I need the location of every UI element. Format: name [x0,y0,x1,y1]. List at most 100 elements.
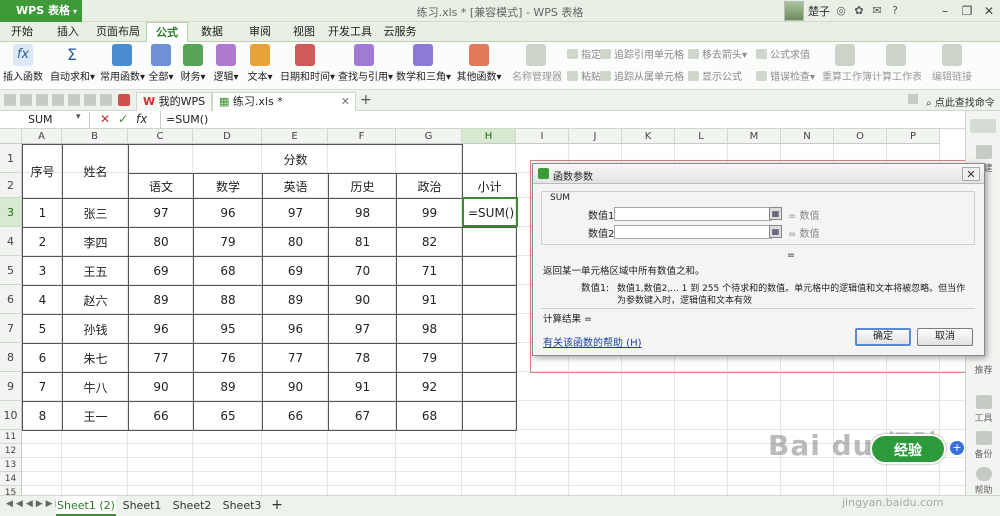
table-cell[interactable]: 67 [328,401,397,431]
cancel-button[interactable]: 取消 [917,328,973,346]
table-cell[interactable]: 孙钱 [62,314,129,344]
table-cell[interactable]: 65 [193,401,263,431]
table-cell[interactable]: 朱七 [62,343,129,373]
table-cell[interactable]: 89 [262,285,329,315]
subtotal-cell[interactable] [462,343,517,373]
undo-icon[interactable] [84,94,96,106]
table-cell[interactable]: 2 [22,227,63,257]
fx-button[interactable]: fx [136,112,147,126]
confirm-icon[interactable]: ✓ [118,112,128,126]
table-cell[interactable]: 张三 [62,198,129,228]
user-name[interactable]: 楚子 [808,3,830,19]
table-cell[interactable]: 1 [22,198,63,228]
name-box-dropdown-icon[interactable]: ▾ [76,112,81,122]
restore-icon[interactable]: ❐ [956,0,978,22]
table-cell[interactable]: 92 [396,372,463,402]
header-math[interactable]: 数学 [193,173,263,199]
table-cell[interactable]: 99 [396,198,463,228]
find-command[interactable]: ⌕ 点此查找命令 [926,94,995,109]
new-tab-icon[interactable]: + [360,92,372,108]
table-cell[interactable]: 80 [262,227,329,257]
row-header-7[interactable]: 7 [0,314,22,343]
cancel-icon[interactable]: ✕ [100,112,110,126]
table-cell[interactable]: 82 [396,227,463,257]
table-cell[interactable]: 王一 [62,401,129,431]
column-header-B[interactable]: B [62,129,128,144]
subtotal-cell[interactable] [462,372,517,402]
table-cell[interactable]: 80 [128,227,194,257]
table-cell[interactable]: 81 [328,227,397,257]
tab-insert[interactable]: 插入 [48,22,88,42]
table-cell[interactable]: 68 [193,256,263,286]
common-functions-button[interactable]: 常用函数▾ [100,44,145,83]
table-cell[interactable]: 6 [22,343,63,373]
account-icon[interactable]: ◎ [834,4,848,18]
table-cell[interactable]: 4 [22,285,63,315]
column-header-M[interactable]: M [728,129,781,144]
other-functions-button[interactable]: 其他函数▾ [454,44,504,83]
table-cell[interactable]: 90 [328,285,397,315]
table-cell[interactable]: 70 [328,256,397,286]
table-cell[interactable]: 77 [128,343,194,373]
table-cell[interactable]: 8 [22,401,63,431]
layout-icon[interactable] [908,94,918,104]
column-header-H[interactable]: H [462,129,516,144]
column-header-F[interactable]: F [328,129,396,144]
header-history[interactable]: 历史 [328,173,397,199]
ok-button[interactable]: 确定 [855,328,911,346]
sheet-tab-3[interactable]: Sheet3 [220,496,264,516]
calc-sheet-button[interactable]: 计算工作表 [872,44,922,83]
column-header-D[interactable]: D [193,129,262,144]
sheet-tab-1[interactable]: Sheet1 [120,496,164,516]
row-header-13[interactable]: 13 [0,458,22,472]
dialog-close-icon[interactable]: ✕ [962,167,980,181]
column-header-I[interactable]: I [516,129,569,144]
paste-name-button[interactable]: 粘贴 [567,68,601,83]
evaluate-formula-button[interactable]: 公式求值 [756,46,810,61]
table-cell[interactable]: 79 [396,343,463,373]
header-subtotal[interactable]: 小计 [462,173,517,199]
feedback-icon[interactable]: ✉ [870,4,884,18]
arg1-collapse-icon[interactable]: ▦ [769,207,782,220]
subtotal-cell[interactable] [462,285,517,315]
table-cell[interactable]: 89 [193,372,263,402]
name-manager-button[interactable]: 名称管理器 [512,44,562,83]
doc-tab-file[interactable]: ▦ 练习.xls * ✕ [212,92,356,111]
avatar[interactable] [784,1,804,21]
row-header-10[interactable]: 10 [0,401,22,430]
error-checking-button[interactable]: 错误检查▾ [756,68,815,83]
tab-data[interactable]: 数据 [192,22,232,42]
table-cell[interactable]: 98 [328,198,397,228]
close-icon[interactable]: ✕ [978,0,1000,22]
table-cell[interactable]: 97 [128,198,194,228]
help-icon[interactable]: ? [888,4,902,18]
subtotal-cell[interactable] [462,401,517,431]
math-functions-button[interactable]: 数学和三角▾ [396,44,451,83]
formula-input[interactable]: =SUM() [166,113,208,126]
text-functions-button[interactable]: 文本▾ [246,44,274,83]
customize-icon[interactable] [118,94,130,106]
table-cell[interactable]: 90 [128,372,194,402]
table-cell[interactable]: 69 [262,256,329,286]
close-tab-icon[interactable]: ✕ [341,93,350,111]
datetime-functions-button[interactable]: 日期和时间▾ [280,44,335,83]
row-header-14[interactable]: 14 [0,472,22,486]
row-header-9[interactable]: 9 [0,372,22,401]
sidebar-item-help[interactable]: 帮助 [966,467,1000,496]
column-header-O[interactable]: O [834,129,887,144]
autosum-button[interactable]: Σ 自动求和▾ [50,44,95,83]
column-header-N[interactable]: N [781,129,834,144]
tab-developer[interactable]: 开发工具 [328,22,372,42]
trace-precedents-button[interactable]: 追踪引用单元格 [600,46,684,61]
sidebar-item-tools[interactable]: 工具 [966,395,1000,424]
table-cell[interactable]: 69 [128,256,194,286]
sidebar-toggle-icon[interactable] [970,119,996,133]
select-all-corner[interactable] [0,129,22,144]
table-cell[interactable]: 76 [193,343,263,373]
table-cell[interactable]: 90 [262,372,329,402]
table-cell[interactable]: 89 [128,285,194,315]
table-cell[interactable]: 79 [193,227,263,257]
skin-icon[interactable]: ✿ [852,4,866,18]
table-cell[interactable]: 7 [22,372,63,402]
sidebar-item-backup[interactable]: 备份 [966,431,1000,460]
